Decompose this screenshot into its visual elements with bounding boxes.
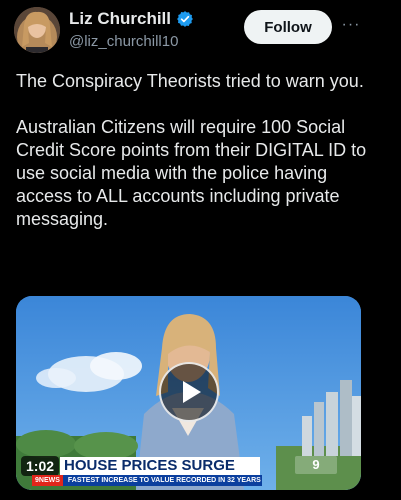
follow-button[interactable]: Follow <box>244 10 332 44</box>
author-display-name[interactable]: Liz Churchill <box>69 9 171 29</box>
author-block: Liz Churchill @liz_churchill10 <box>69 9 194 51</box>
tweet-text: The Conspiracy Theorists tried to warn y… <box>16 70 386 231</box>
avatar[interactable] <box>14 7 60 53</box>
video-duration: 1:02 <box>21 456 60 476</box>
tweet-text-line-1: The Conspiracy Theorists tried to warn y… <box>16 71 364 91</box>
author-handle[interactable]: @liz_churchill10 <box>69 33 194 51</box>
news-chyron-subline-text: FASTEST INCREASE TO VALUE RECORDED IN 32… <box>67 477 261 484</box>
tweet-text-line-2: Australian Citizens will require 100 Soc… <box>16 117 367 229</box>
news-chyron-headline: HOUSE PRICES SURGE <box>60 457 260 475</box>
network-logo: 9 <box>295 456 337 474</box>
news-chyron-subline: 9NEWS FASTEST INCREASE TO VALUE RECORDED … <box>32 475 262 486</box>
avatar-image <box>14 7 60 53</box>
tweet-header: Liz Churchill @liz_churchill10 Follow ··… <box>0 0 401 62</box>
play-icon <box>182 381 201 403</box>
more-options-icon[interactable]: ··· <box>340 14 362 36</box>
verified-badge-icon <box>176 10 194 28</box>
news-chyron-tag: 9NEWS <box>32 475 63 486</box>
play-button[interactable] <box>159 362 219 422</box>
video-player[interactable]: 1:02 HOUSE PRICES SURGE 9NEWS FASTEST INC… <box>16 296 361 490</box>
